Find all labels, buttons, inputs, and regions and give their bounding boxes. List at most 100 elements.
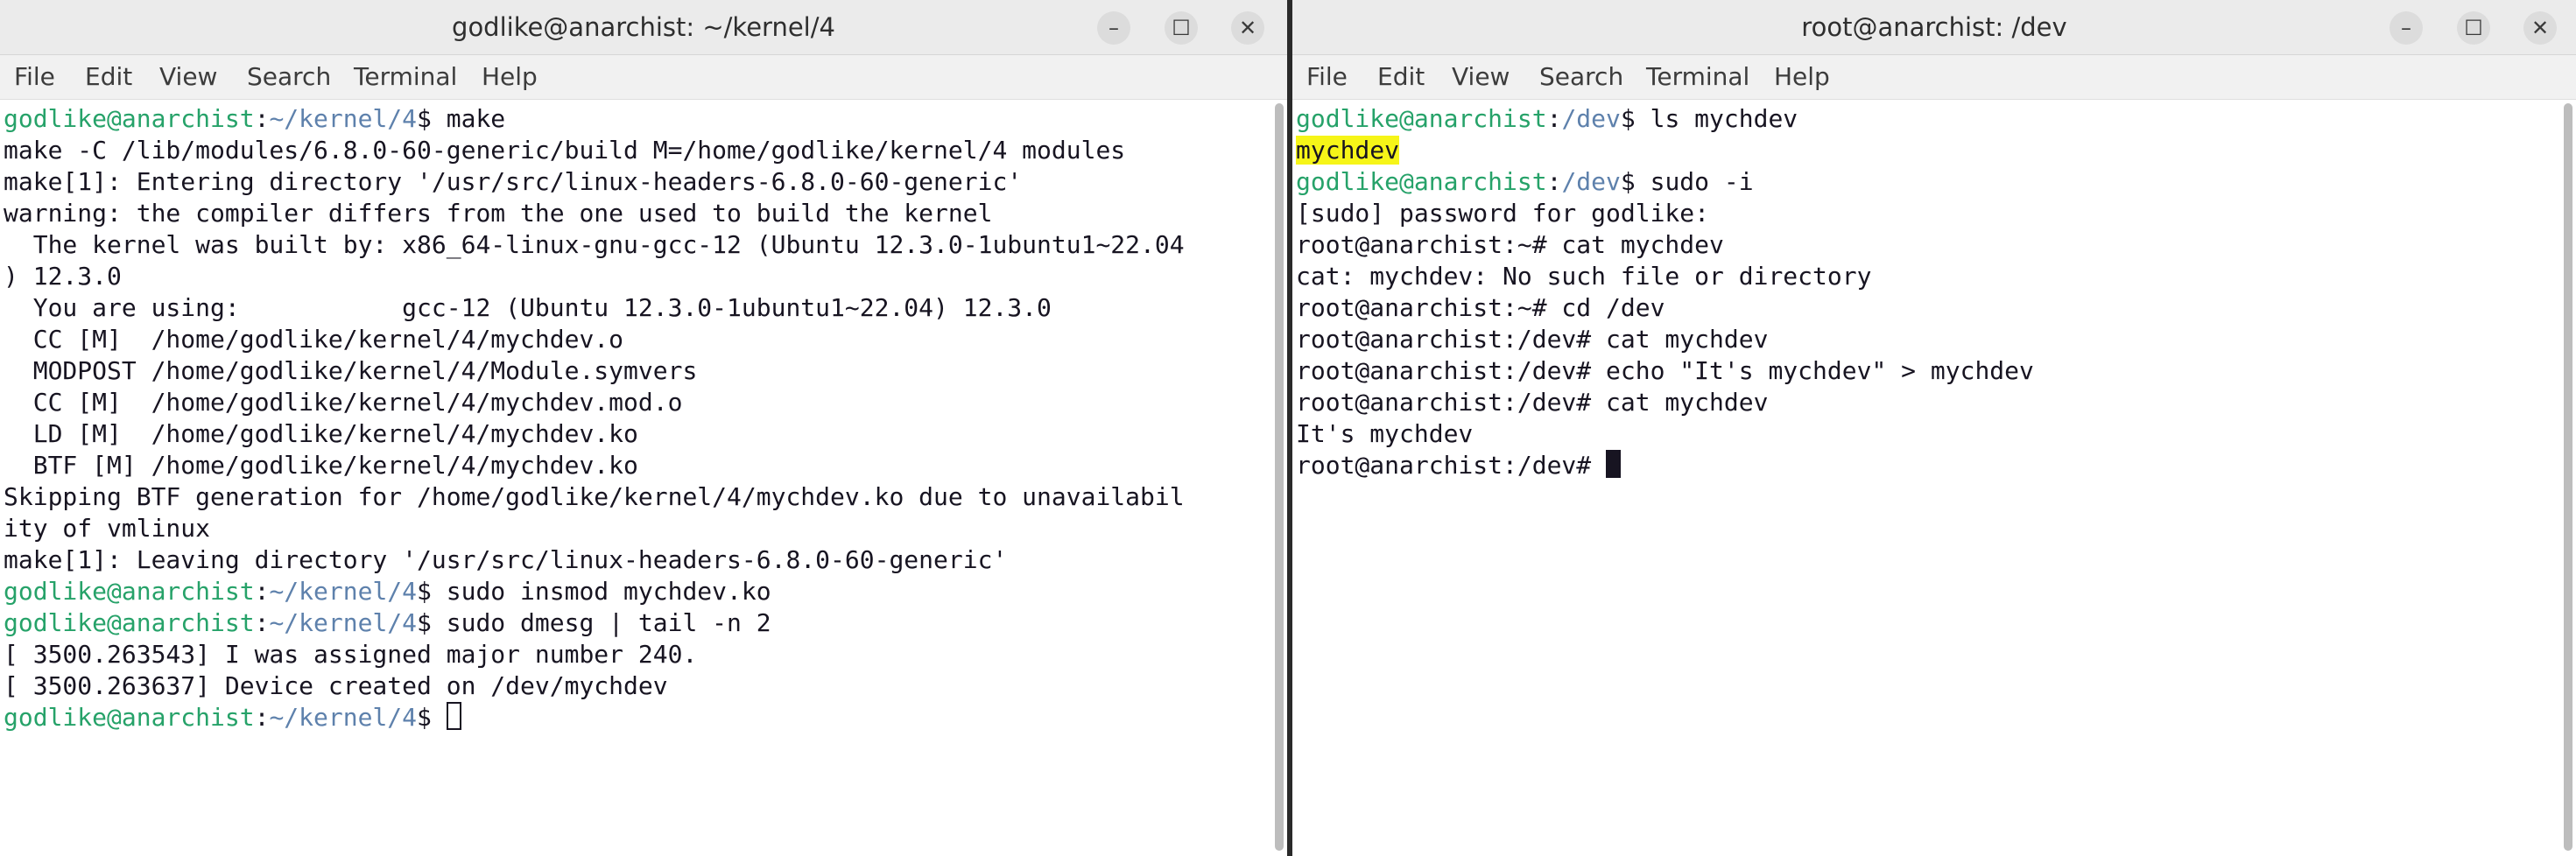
- scrollbar[interactable]: [2564, 103, 2572, 851]
- menu-view[interactable]: View: [159, 55, 217, 99]
- menu-terminal[interactable]: Terminal: [354, 55, 457, 99]
- terminal-line: mychdev: [1296, 135, 2557, 166]
- command-text: $ sudo insmod mychdev.ko: [417, 577, 771, 606]
- terminal-line: [sudo] password for godlike:: [1296, 198, 2557, 229]
- terminal-line: The kernel was built by: x86_64-linux-gn…: [4, 229, 1268, 261]
- prompt-colon: :: [1546, 167, 1562, 196]
- terminal-line: godlike@anarchist:/dev$ ls mychdev: [1296, 103, 2557, 135]
- terminal-line: ity of vmlinux: [4, 513, 1268, 544]
- output-text: [sudo] password for godlike:: [1296, 199, 1710, 228]
- terminal-line: LD [M] /home/godlike/kernel/4/mychdev.ko: [4, 418, 1268, 450]
- output-text: [ 3500.263543] I was assigned major numb…: [4, 640, 698, 669]
- terminal-output[interactable]: godlike@anarchist:/dev$ ls mychdev mychde…: [1292, 100, 2557, 856]
- terminal-line: BTF [M] /home/godlike/kernel/4/mychdev.k…: [4, 450, 1268, 481]
- output-text: make -C /lib/modules/6.8.0-60-generic/bu…: [4, 136, 1126, 165]
- menu-search[interactable]: Search: [247, 55, 331, 99]
- prompt-path: ~/kernel/4: [269, 703, 418, 732]
- prompt-colon: :: [254, 577, 270, 606]
- menu-file[interactable]: File: [1306, 55, 1348, 99]
- menu-help[interactable]: Help: [482, 55, 538, 99]
- menu-file[interactable]: File: [14, 55, 55, 99]
- menu-help[interactable]: Help: [1774, 55, 1830, 99]
- output-text: ity of vmlinux: [4, 514, 211, 543]
- menubar: File Edit View Search Terminal Help: [0, 55, 1287, 100]
- output-text: root@anarchist:/dev#: [1296, 451, 1607, 480]
- terminal-line: root@anarchist:~# cat mychdev: [1296, 229, 2557, 261]
- output-text: root@anarchist:~# cat mychdev: [1296, 230, 1724, 259]
- menu-terminal[interactable]: Terminal: [1646, 55, 1749, 99]
- terminal-line: make[1]: Leaving directory '/usr/src/lin…: [4, 544, 1268, 576]
- output-text: The kernel was built by: x86_64-linux-gn…: [4, 230, 1185, 259]
- output-text: [ 3500.263637] Device created on /dev/my…: [4, 671, 668, 700]
- output-text: MODPOST /home/godlike/kernel/4/Module.sy…: [4, 356, 698, 385]
- output-text: ) 12.3.0: [4, 262, 122, 291]
- terminal-output[interactable]: godlike@anarchist:~/kernel/4$ make make -…: [0, 100, 1268, 856]
- terminal-line: ) 12.3.0: [4, 261, 1268, 292]
- close-button[interactable]: ✕: [1231, 11, 1264, 45]
- prompt-path: ~/kernel/4: [269, 577, 418, 606]
- prompt-path: /dev: [1561, 104, 1621, 133]
- scrollbar[interactable]: [1275, 103, 1284, 851]
- prompt-colon: :: [254, 608, 270, 637]
- text-cursor: [446, 702, 461, 730]
- prompt-colon: :: [254, 104, 270, 133]
- terminal-window-right[interactable]: root@anarchist: /dev – ☐ ✕ File Edit Vie…: [1292, 0, 2576, 856]
- minimize-button[interactable]: –: [1097, 11, 1130, 45]
- command-text: $: [417, 703, 447, 732]
- prompt-colon: :: [1546, 104, 1562, 133]
- menu-search[interactable]: Search: [1539, 55, 1623, 99]
- terminal-line: Skipping BTF generation for /home/godlik…: [4, 481, 1268, 513]
- terminal-line: cat: mychdev: No such file or directory: [1296, 261, 2557, 292]
- menubar: File Edit View Search Terminal Help: [1292, 55, 2576, 100]
- output-text: make[1]: Leaving directory '/usr/src/lin…: [4, 545, 1008, 574]
- maximize-button[interactable]: ☐: [2457, 11, 2490, 45]
- window-title: root@anarchist: /dev: [1801, 12, 2067, 42]
- menu-view[interactable]: View: [1452, 55, 1510, 99]
- output-text: root@anarchist:/dev# echo "It's mychdev"…: [1296, 356, 2034, 385]
- prompt-user: godlike@anarchist: [4, 577, 255, 606]
- terminal-line: root@anarchist:/dev#: [1296, 450, 2557, 481]
- menu-edit[interactable]: Edit: [85, 55, 132, 99]
- output-text: make[1]: Entering directory '/usr/src/li…: [4, 167, 1023, 196]
- prompt-user: godlike@anarchist: [4, 703, 255, 732]
- terminal-line: [ 3500.263543] I was assigned major numb…: [4, 639, 1268, 670]
- prompt-path: ~/kernel/4: [269, 104, 418, 133]
- titlebar[interactable]: godlike@anarchist: ~/kernel/4 – ☐ ✕: [0, 0, 1287, 55]
- prompt-user: godlike@anarchist: [4, 104, 255, 133]
- terminal-line: make -C /lib/modules/6.8.0-60-generic/bu…: [4, 135, 1268, 166]
- terminal-line: root@anarchist:/dev# cat mychdev: [1296, 387, 2557, 418]
- terminal-line: godlike@anarchist:/dev$ sudo -i: [1296, 166, 2557, 198]
- command-text: $ ls mychdev: [1620, 104, 1798, 133]
- prompt-colon: :: [254, 703, 270, 732]
- text-cursor: [1606, 450, 1622, 478]
- titlebar[interactable]: root@anarchist: /dev – ☐ ✕: [1292, 0, 2576, 55]
- terminal-line: MODPOST /home/godlike/kernel/4/Module.sy…: [4, 355, 1268, 387]
- terminal-line: godlike@anarchist:~/kernel/4$ make: [4, 103, 1268, 135]
- terminal-line: godlike@anarchist:~/kernel/4$: [4, 702, 1268, 733]
- minimize-button[interactable]: –: [2389, 11, 2423, 45]
- terminal-line: It's mychdev: [1296, 418, 2557, 450]
- window-title: godlike@anarchist: ~/kernel/4: [452, 12, 835, 42]
- output-text: warning: the compiler differs from the o…: [4, 199, 993, 228]
- maximize-button[interactable]: ☐: [1165, 11, 1198, 45]
- output-text: You are using: gcc-12 (Ubuntu 12.3.0-1ub…: [4, 293, 1052, 322]
- highlighted-output: mychdev: [1296, 136, 1400, 165]
- output-text: CC [M] /home/godlike/kernel/4/mychdev.mo…: [4, 388, 683, 417]
- terminal-window-left[interactable]: godlike@anarchist: ~/kernel/4 – ☐ ✕ File…: [0, 0, 1287, 856]
- terminal-line: CC [M] /home/godlike/kernel/4/mychdev.o: [4, 324, 1268, 355]
- prompt-path: ~/kernel/4: [269, 608, 418, 637]
- output-text: root@anarchist:/dev# cat mychdev: [1296, 325, 1769, 354]
- close-button[interactable]: ✕: [2523, 11, 2557, 45]
- terminal-line: You are using: gcc-12 (Ubuntu 12.3.0-1ub…: [4, 292, 1268, 324]
- command-text: $ make: [417, 104, 506, 133]
- output-text: cat: mychdev: No such file or directory: [1296, 262, 1872, 291]
- command-text: $ sudo dmesg | tail -n 2: [417, 608, 771, 637]
- output-text: Skipping BTF generation for /home/godlik…: [4, 482, 1185, 511]
- terminal-line: root@anarchist:/dev# echo "It's mychdev"…: [1296, 355, 2557, 387]
- prompt-path: /dev: [1561, 167, 1621, 196]
- output-text: root@anarchist:/dev# cat mychdev: [1296, 388, 1769, 417]
- menu-edit[interactable]: Edit: [1377, 55, 1425, 99]
- command-text: $ sudo -i: [1620, 167, 1754, 196]
- terminal-line: godlike@anarchist:~/kernel/4$ sudo insmo…: [4, 576, 1268, 607]
- output-text: LD [M] /home/godlike/kernel/4/mychdev.ko: [4, 419, 638, 448]
